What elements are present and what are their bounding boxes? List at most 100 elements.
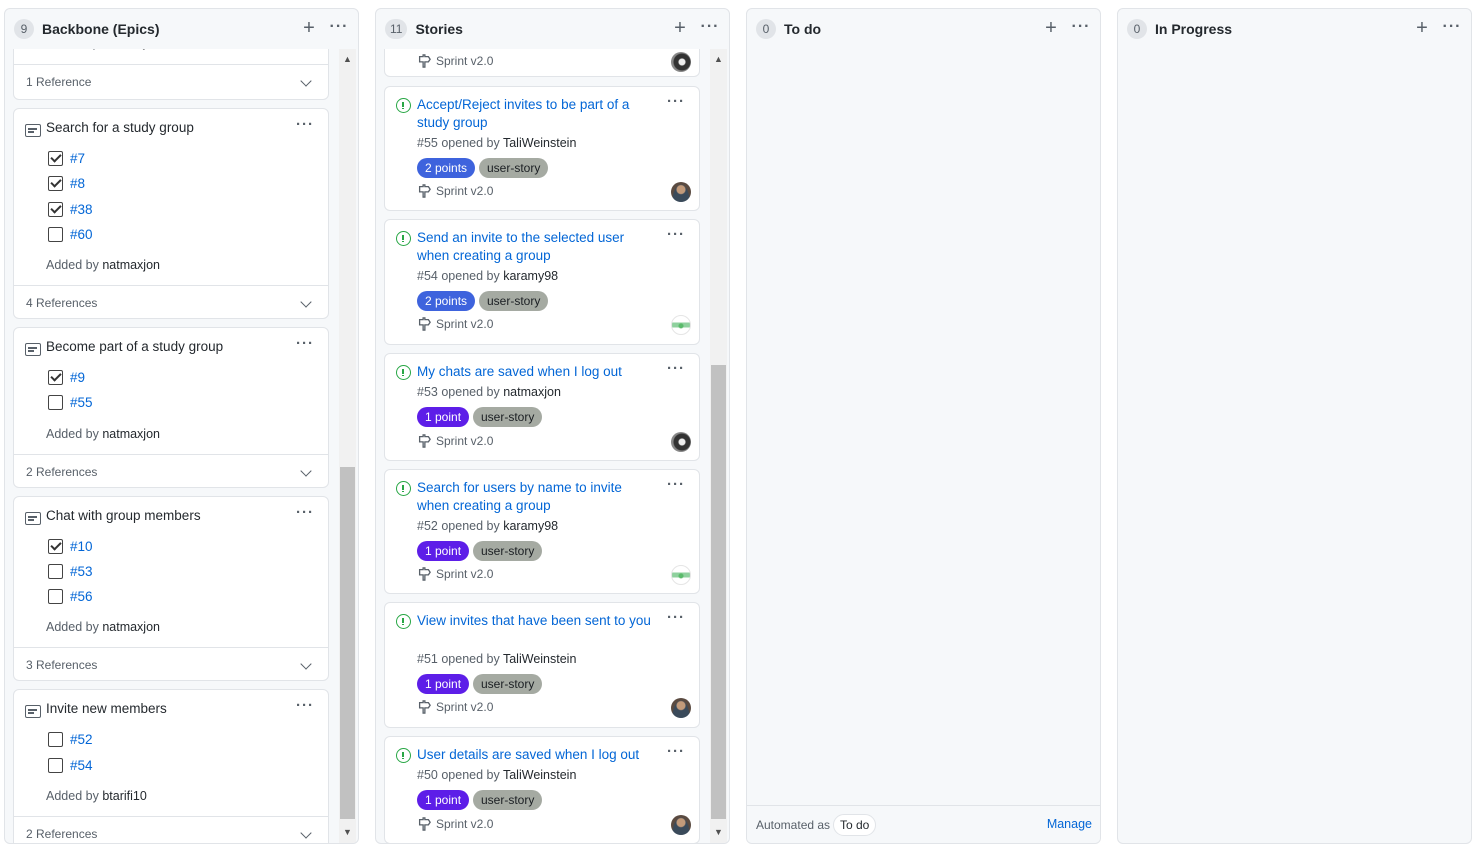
milestone-label[interactable]: Sprint v2.0: [436, 184, 493, 198]
references-toggle[interactable]: 3 References: [14, 647, 328, 680]
points-label[interactable]: 2 points: [417, 158, 476, 178]
task-checkbox[interactable]: [48, 732, 63, 747]
note-card[interactable]: Invite new members ··· #52 #54 Added by …: [13, 689, 329, 843]
issue-card[interactable]: Send an invite to the selected user when…: [384, 219, 700, 345]
column-menu-kebab-icon[interactable]: ···: [1440, 17, 1464, 41]
manage-automation-link[interactable]: Manage: [1047, 817, 1092, 831]
assignee-avatar[interactable]: [671, 698, 691, 718]
card-menu-kebab-icon[interactable]: ···: [294, 117, 316, 136]
column-scrollbar[interactable]: ▲ ▼: [339, 49, 356, 843]
issue-card[interactable]: User details are saved when I log out ···…: [384, 736, 700, 843]
task-checkbox[interactable]: [48, 395, 63, 410]
column-menu-kebab-icon[interactable]: ···: [698, 17, 722, 41]
card-menu-kebab-icon[interactable]: ···: [665, 744, 687, 763]
card-menu-kebab-icon[interactable]: ···: [665, 610, 687, 629]
issue-author[interactable]: TaliWeinstein: [503, 652, 576, 666]
issue-card[interactable]: Accept/Reject invites to be part of a st…: [384, 86, 700, 211]
add-card-plus-icon[interactable]: +: [670, 17, 690, 41]
scrollbar-thumb[interactable]: [340, 467, 355, 819]
scroll-up-arrow-icon[interactable]: ▲: [710, 51, 727, 68]
card-menu-kebab-icon[interactable]: ···: [665, 361, 687, 380]
points-label[interactable]: 1 point: [417, 790, 470, 810]
issue-card[interactable]: My chats are saved when I log out ··· #53 …: [384, 353, 700, 461]
user-story-label[interactable]: user-story: [473, 790, 543, 810]
points-label[interactable]: 1 point: [417, 674, 470, 694]
task-checkbox[interactable]: [48, 202, 63, 217]
assignee-avatar[interactable]: [671, 565, 691, 585]
assignee-avatar[interactable]: [671, 315, 691, 335]
task-checkbox[interactable]: [48, 539, 63, 554]
issue-author[interactable]: natmaxjon: [503, 385, 561, 399]
task-checkbox[interactable]: [48, 564, 63, 579]
references-toggle[interactable]: 2 References: [14, 454, 328, 487]
issue-title[interactable]: My chats are saved when I log out: [417, 363, 657, 381]
issue-card[interactable]: View invites that have been sent to you ·…: [384, 602, 700, 728]
card-menu-kebab-icon[interactable]: ···: [294, 698, 316, 717]
task-link[interactable]: #8: [70, 176, 85, 191]
add-card-plus-icon[interactable]: +: [299, 17, 319, 41]
references-toggle[interactable]: 2 References: [14, 816, 328, 843]
assignee-avatar[interactable]: [671, 182, 691, 202]
issue-title[interactable]: User details are saved when I log out: [417, 746, 657, 764]
task-link[interactable]: #10: [70, 539, 93, 554]
added-by-user[interactable]: natmaxjon: [102, 620, 160, 634]
task-checkbox[interactable]: [48, 370, 63, 385]
task-link[interactable]: #9: [70, 370, 85, 385]
issue-title[interactable]: Send an invite to the selected user when…: [417, 229, 657, 265]
task-checkbox[interactable]: [48, 176, 63, 191]
scroll-up-arrow-icon[interactable]: ▲: [339, 51, 356, 68]
issue-author[interactable]: TaliWeinstein: [503, 136, 576, 150]
points-label[interactable]: 1 point: [417, 407, 470, 427]
scrollbar-thumb[interactable]: [711, 365, 726, 819]
add-card-plus-icon[interactable]: +: [1041, 17, 1061, 41]
assignee-avatar[interactable]: [671, 815, 691, 835]
issue-card[interactable]: Search for users by name to invite when …: [384, 469, 700, 594]
card-menu-kebab-icon[interactable]: ···: [294, 505, 316, 524]
task-link[interactable]: #38: [70, 202, 93, 217]
add-card-plus-icon[interactable]: +: [1412, 17, 1432, 41]
task-link[interactable]: #7: [70, 151, 85, 166]
note-card[interactable]: Become part of a study group ··· #9 #55 …: [13, 327, 329, 488]
task-link[interactable]: #52: [70, 732, 93, 747]
note-card-partial[interactable]: Added by natmaxjon 1 Reference: [13, 49, 329, 100]
references-toggle[interactable]: 1 Reference: [14, 64, 328, 98]
task-link[interactable]: #60: [70, 227, 93, 242]
card-menu-kebab-icon[interactable]: ···: [665, 477, 687, 496]
scroll-down-arrow-icon[interactable]: ▼: [710, 824, 727, 841]
column-menu-kebab-icon[interactable]: ···: [327, 17, 351, 41]
user-story-label[interactable]: user-story: [479, 291, 549, 311]
added-by-user[interactable]: natmaxjon: [102, 427, 160, 441]
issue-author[interactable]: karamy98: [503, 519, 558, 533]
note-card[interactable]: Search for a study group ··· #7 #8 #38 #…: [13, 108, 329, 319]
task-checkbox[interactable]: [48, 151, 63, 166]
note-card[interactable]: Chat with group members ··· #10 #53 #56 …: [13, 496, 329, 681]
milestone-label[interactable]: Sprint v2.0: [436, 817, 493, 831]
scroll-down-arrow-icon[interactable]: ▼: [339, 824, 356, 841]
column-scrollbar[interactable]: ▲ ▼: [710, 49, 727, 843]
points-label[interactable]: 2 points: [417, 291, 476, 311]
user-story-label[interactable]: user-story: [473, 407, 543, 427]
added-by-user[interactable]: natmaxjon: [102, 258, 160, 272]
issue-title[interactable]: View invites that have been sent to you: [417, 612, 657, 630]
issue-title[interactable]: Accept/Reject invites to be part of a st…: [417, 96, 657, 132]
issue-author[interactable]: karamy98: [503, 269, 558, 283]
milestone-label[interactable]: Sprint v2.0: [436, 434, 493, 448]
added-by-user[interactable]: btarifi10: [102, 789, 146, 803]
points-label[interactable]: 1 point: [417, 541, 470, 561]
user-story-label[interactable]: user-story: [479, 158, 549, 178]
card-menu-kebab-icon[interactable]: ···: [665, 94, 687, 113]
references-toggle[interactable]: 4 References: [14, 285, 328, 318]
card-menu-kebab-icon[interactable]: ···: [665, 227, 687, 246]
user-story-label[interactable]: user-story: [473, 541, 543, 561]
task-checkbox[interactable]: [48, 758, 63, 773]
task-link[interactable]: #53: [70, 564, 93, 579]
milestone-label[interactable]: Sprint v2.0: [436, 567, 493, 581]
issue-author[interactable]: TaliWeinstein: [503, 768, 576, 782]
milestone-label[interactable]: Sprint v2.0: [436, 317, 493, 331]
task-link[interactable]: #56: [70, 589, 93, 604]
column-menu-kebab-icon[interactable]: ···: [1069, 17, 1093, 41]
task-link[interactable]: #55: [70, 395, 93, 410]
issue-title[interactable]: Search for users by name to invite when …: [417, 479, 657, 515]
user-story-label[interactable]: user-story: [473, 674, 543, 694]
assignee-avatar[interactable]: [671, 432, 691, 452]
